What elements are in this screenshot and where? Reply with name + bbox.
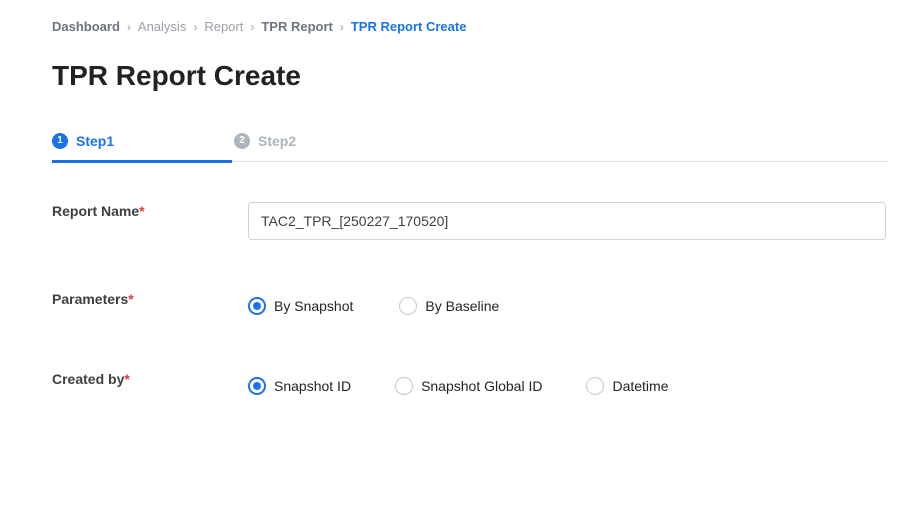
chevron-right-icon: › [126,19,131,34]
tab-step2[interactable]: 2 Step2 [234,120,414,161]
breadcrumb-current: TPR Report Create [350,19,467,34]
step2-label: Step2 [258,132,297,149]
step2-number-icon: 2 [234,132,250,149]
breadcrumb-tpr-report[interactable]: TPR Report [261,19,333,34]
radio-by-baseline[interactable]: By Baseline [399,297,499,315]
radio-label: Datetime [612,378,669,394]
required-mark: * [124,371,130,387]
radio-datetime[interactable]: Datetime [586,377,669,395]
radio-label: By Snapshot [274,298,354,314]
chevron-right-icon: › [193,19,198,34]
step-tabs: 1 Step1 2 Step2 [52,120,888,163]
created-by-label-text: Created by [52,371,125,387]
report-name-input[interactable] [248,202,886,240]
radio-unchecked-icon [586,377,605,395]
radio-unchecked-icon [395,377,414,395]
report-name-label: Report Name* [52,203,145,219]
radio-checked-icon [248,297,266,315]
breadcrumb-report[interactable]: Report [204,19,243,34]
radio-snapshot-id[interactable]: Snapshot ID [248,377,351,395]
report-name-label-text: Report Name [52,203,140,219]
page-title: TPR Report Create [52,60,301,91]
radio-label: By Baseline [425,298,500,314]
radio-label: Snapshot ID [274,378,352,394]
chevron-right-icon: › [339,19,344,34]
created-by-label: Created by* [52,371,130,387]
active-step-underline [52,160,232,163]
required-mark: * [139,203,145,219]
breadcrumb-dashboard[interactable]: Dashboard [52,19,120,34]
tab-step1[interactable]: 1 Step1 [52,120,232,163]
parameters-label-text: Parameters [52,291,129,307]
parameters-label: Parameters* [52,291,134,307]
radio-snapshot-global-id[interactable]: Snapshot Global ID [395,377,542,395]
radio-unchecked-icon [399,297,418,315]
radio-by-snapshot[interactable]: By Snapshot [248,297,353,315]
parameters-radio-group: By Snapshot By Baseline [248,297,499,315]
step1-number-icon: 1 [52,132,68,149]
radio-checked-icon [248,377,266,395]
required-mark: * [128,291,134,307]
radio-label: Snapshot Global ID [421,378,543,394]
created-by-radio-group: Snapshot ID Snapshot Global ID Datetime [248,377,669,395]
step1-label: Step1 [76,132,115,149]
breadcrumb: Dashboard › Analysis › Report › TPR Repo… [52,19,466,34]
chevron-right-icon: › [250,19,255,34]
breadcrumb-analysis[interactable]: Analysis [138,19,186,34]
